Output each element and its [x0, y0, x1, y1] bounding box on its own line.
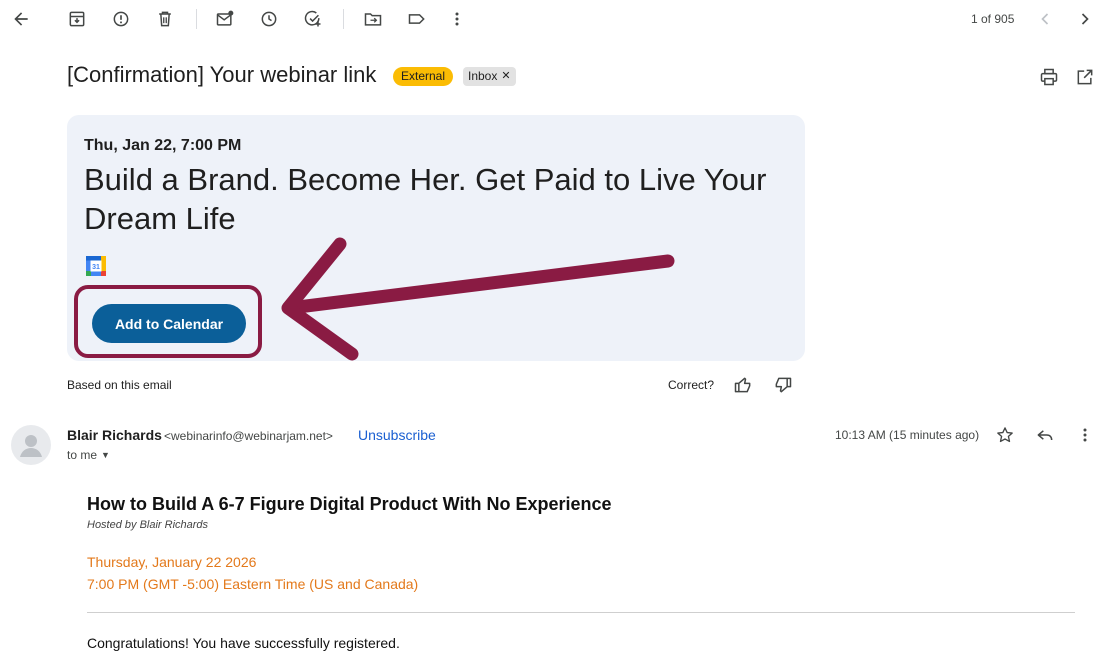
recipient-text: to me [67, 448, 98, 462]
caret-down-icon: ▼ [101, 450, 110, 460]
google-calendar-icon: 31 [86, 256, 106, 276]
correct-prompt: Correct? [668, 378, 715, 392]
external-badge: External [393, 67, 454, 86]
event-title: Build a Brand. Become Her. Get Paid to L… [84, 162, 767, 236]
add-to-tasks-icon[interactable] [301, 7, 325, 31]
based-on-email-text: Based on this email [67, 378, 172, 392]
back-arrow-icon[interactable] [9, 7, 33, 31]
email-subject: [Confirmation] Your webinar link [67, 62, 377, 87]
more-vert-icon[interactable] [445, 7, 469, 31]
thumbs-up-icon[interactable] [731, 373, 755, 397]
toolbar-divider [196, 9, 197, 29]
star-icon[interactable] [993, 423, 1017, 447]
thumbs-down-icon[interactable] [771, 373, 795, 397]
toolbar-divider [343, 9, 344, 29]
message-more-icon[interactable] [1073, 423, 1097, 447]
snooze-icon[interactable] [257, 7, 281, 31]
reply-icon[interactable] [1033, 423, 1057, 447]
inbox-label-chip: Inbox ✕ [463, 67, 516, 86]
remove-label-icon[interactable]: ✕ [501, 67, 510, 86]
delete-icon[interactable] [153, 7, 177, 31]
sender-email: <webinarinfo@webinarjam.net> [164, 429, 333, 443]
unsubscribe-link[interactable]: Unsubscribe [358, 427, 436, 443]
sender-avatar [11, 425, 51, 465]
event-date-line: Thursday, January 22 2026 [87, 554, 257, 570]
event-date: Thu, Jan 22, 7:00 PM [84, 137, 242, 154]
body-heading: How to Build A 6-7 Figure Digital Produc… [87, 494, 612, 514]
body-divider [87, 612, 1075, 613]
annotation-arrow [281, 237, 675, 361]
print-icon[interactable] [1037, 65, 1061, 89]
chevron-left-icon[interactable] [1033, 7, 1057, 31]
default-avatar-icon [20, 435, 42, 457]
open-in-new-window-icon[interactable] [1073, 65, 1097, 89]
add-to-calendar-button[interactable]: Add to Calendar [92, 304, 246, 343]
chevron-right-icon[interactable] [1073, 7, 1097, 31]
calendar-icon-label: 31 [92, 264, 100, 271]
move-to-icon[interactable] [361, 7, 385, 31]
report-spam-icon[interactable] [109, 7, 133, 31]
recipient-details-toggle[interactable]: to me ▼ [67, 448, 110, 462]
message-timestamp: 10:13 AM (15 minutes ago) [835, 428, 980, 442]
hosted-by-text: Hosted by Blair Richards [87, 519, 209, 531]
registration-confirmation-text: Congratulations! You have successfully r… [87, 635, 400, 651]
event-time-line: 7:00 PM (GMT -5:00) Eastern Time (US and… [87, 576, 419, 592]
sender-name: Blair Richards [67, 427, 162, 443]
pagination-text: 1 of 905 [971, 12, 1015, 26]
archive-icon[interactable] [65, 7, 89, 31]
mark-unread-icon[interactable] [213, 7, 237, 31]
inbox-label-text: Inbox [468, 69, 498, 83]
label-icon[interactable] [405, 7, 429, 31]
